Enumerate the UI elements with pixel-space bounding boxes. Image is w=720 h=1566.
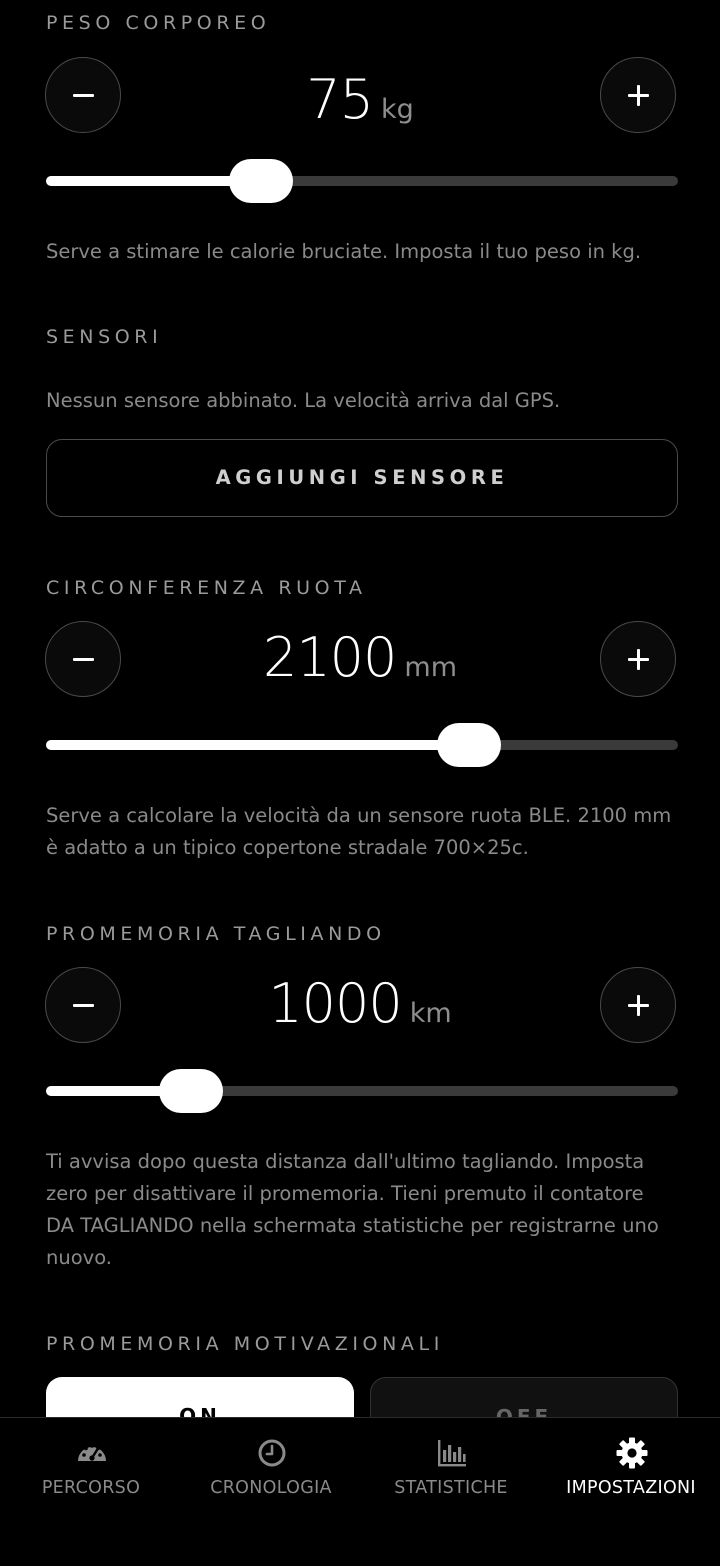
wheel-value-display: 2100 mm — [130, 626, 590, 689]
clock-icon — [258, 1439, 286, 1467]
weight-unit: kg — [380, 94, 414, 125]
service-value-display: 1000 km — [130, 972, 590, 1035]
wheel-unit: mm — [404, 652, 458, 683]
bottom-tab-bar: PERCORSO CRONOLOGIA STATISTICHE IMPOSTAZ… — [0, 1417, 720, 1566]
service-section-label: PROMEMORIA TAGLIANDO — [46, 923, 386, 945]
service-value: 1000 — [268, 972, 402, 1035]
motivation-on-button[interactable]: ON — [46, 1377, 354, 1418]
weight-value: 75 — [306, 68, 374, 131]
service-slider-thumb[interactable] — [159, 1069, 223, 1113]
gear-icon — [616, 1437, 648, 1469]
minus-icon — [46, 622, 120, 696]
service-decrease-button[interactable] — [45, 967, 121, 1043]
tab-percorso-label: PERCORSO — [41, 1478, 141, 1498]
tab-cronologia[interactable]: CRONOLOGIA — [181, 1418, 361, 1528]
plus-icon — [601, 968, 675, 1042]
service-slider[interactable] — [46, 1069, 678, 1113]
tab-statistiche[interactable]: STATISTICHE — [361, 1418, 541, 1528]
bar-chart-icon — [438, 1440, 466, 1467]
wheel-slider-fill — [46, 740, 469, 750]
tab-statistiche-label: STATISTICHE — [394, 1478, 508, 1498]
weight-value-display: 75 kg — [130, 68, 590, 131]
plus-icon — [601, 622, 675, 696]
wheel-decrease-button[interactable] — [45, 621, 121, 697]
wheel-slider-thumb[interactable] — [437, 723, 501, 767]
wheel-slider[interactable] — [46, 723, 678, 767]
wheel-section-label: CIRCONFERENZA RUOTA — [46, 577, 367, 599]
weight-slider[interactable] — [46, 159, 678, 203]
weight-description: Serve a stimare le calorie bruciate. Imp… — [46, 240, 642, 263]
wheel-value: 2100 — [262, 626, 397, 689]
service-description: Ti avvisa dopo questa distanza dall'ulti… — [46, 1150, 659, 1269]
tab-cronologia-label: CRONOLOGIA — [210, 1478, 332, 1498]
motivation-section-label: PROMEMORIA MOTIVAZIONALI — [46, 1333, 444, 1355]
weight-increase-button[interactable] — [600, 57, 676, 133]
wheel-increase-button[interactable] — [600, 621, 676, 697]
service-increase-button[interactable] — [600, 967, 676, 1043]
sensors-description: Nessun sensore abbinato. La velocità arr… — [46, 389, 561, 412]
minus-icon — [46, 968, 120, 1042]
speedometer-icon — [78, 1444, 106, 1461]
motivation-off-button[interactable]: OFF — [370, 1377, 678, 1418]
minus-icon — [46, 58, 120, 132]
plus-icon — [601, 58, 675, 132]
sensors-section-label: SENSORI — [46, 326, 163, 348]
weight-slider-thumb[interactable] — [229, 159, 293, 203]
weight-section-label: PESO CORPOREO — [46, 12, 271, 34]
settings-scroll-area[interactable]: PESO CORPOREO 75 kg Serve a stimare le ca… — [0, 0, 720, 1418]
tab-impostazioni[interactable]: IMPOSTAZIONI — [541, 1418, 720, 1528]
wheel-description: Serve a calcolare la velocità da un sens… — [46, 804, 672, 859]
tab-percorso[interactable]: PERCORSO — [1, 1418, 181, 1528]
tab-impostazioni-label: IMPOSTAZIONI — [566, 1478, 696, 1498]
weight-decrease-button[interactable] — [45, 57, 121, 133]
add-sensor-button[interactable]: AGGIUNGI SENSORE — [46, 439, 678, 517]
service-unit: km — [409, 998, 452, 1029]
